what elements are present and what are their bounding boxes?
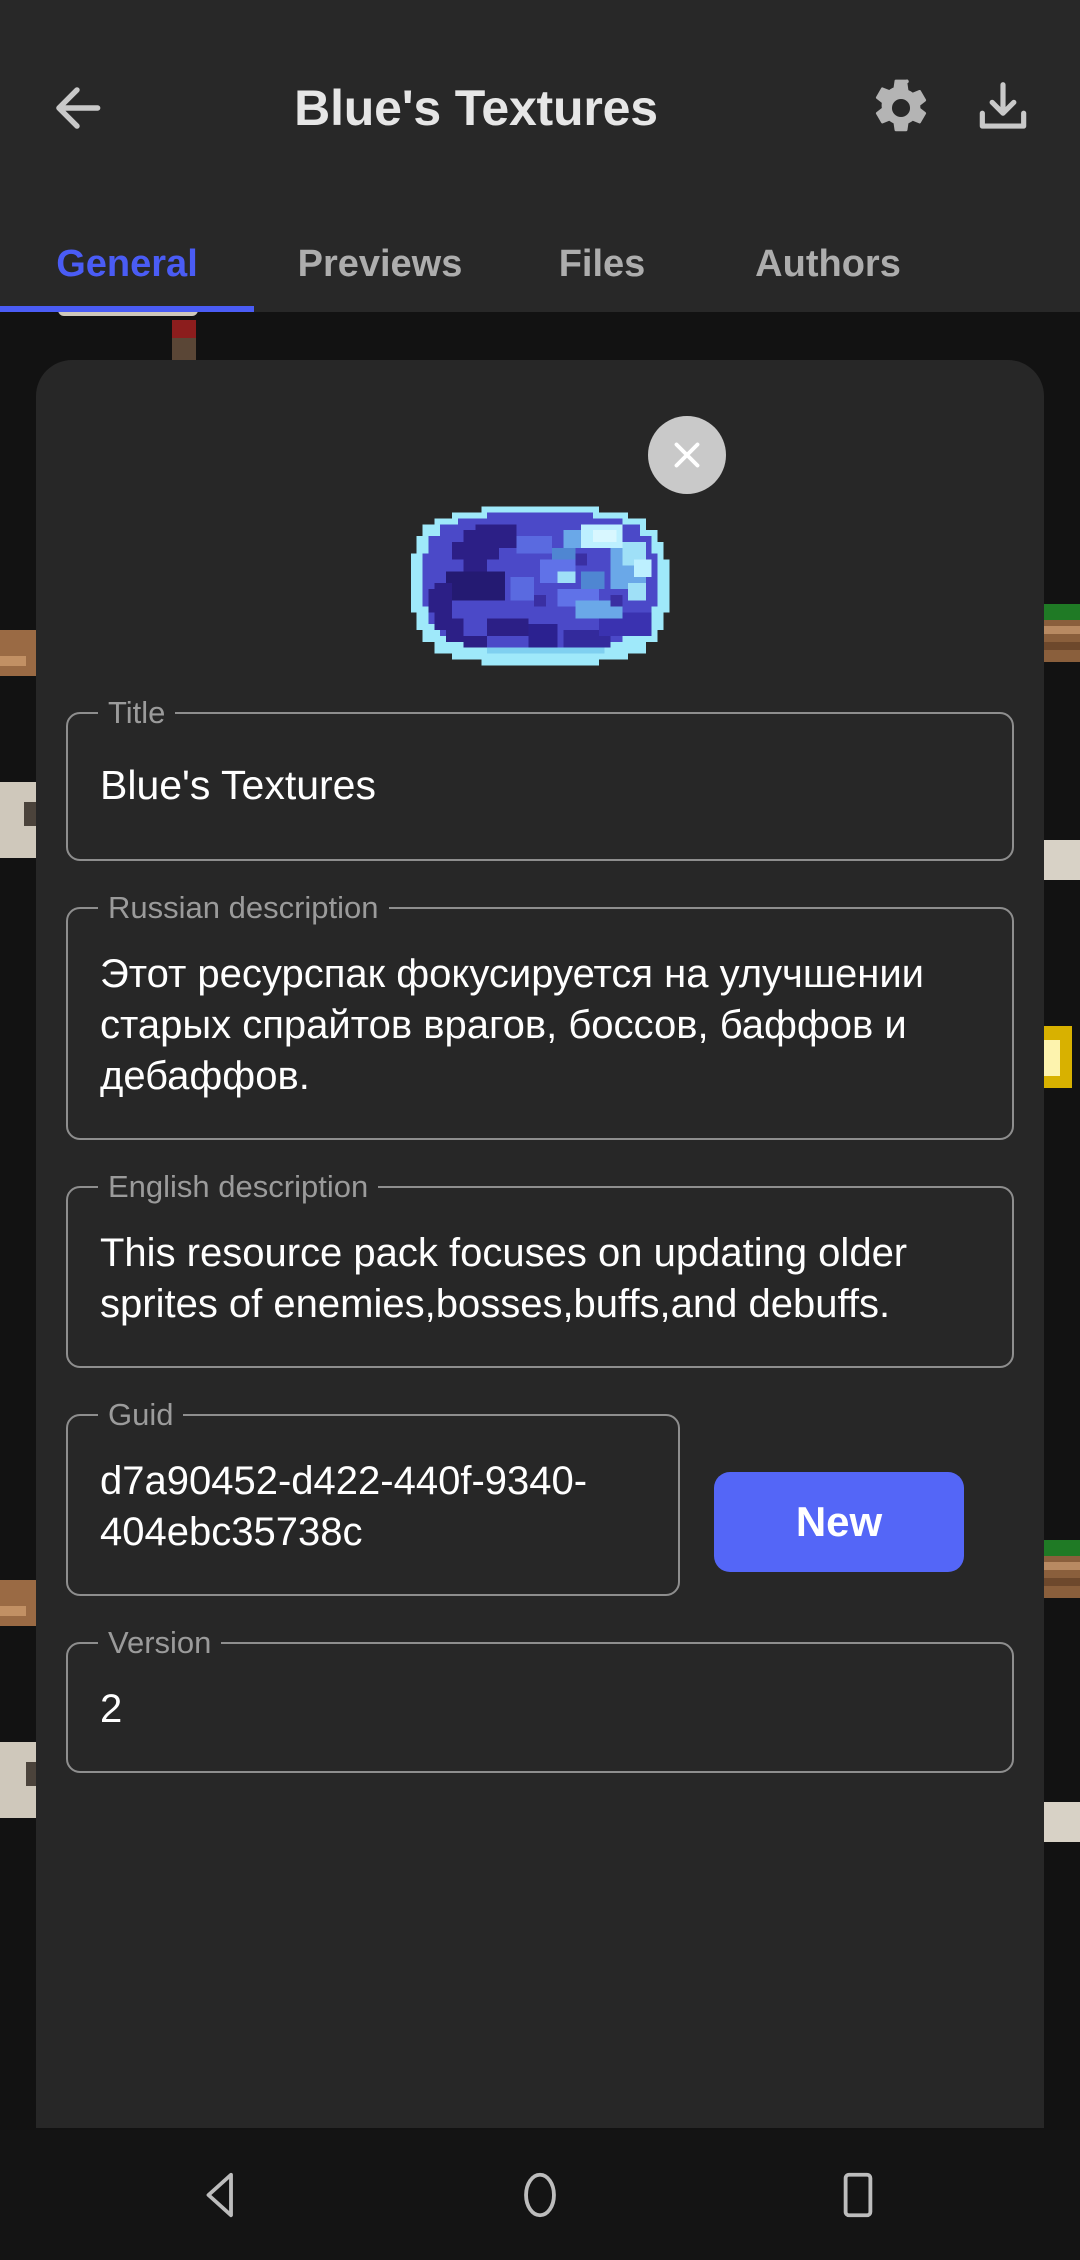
field-russian-description-value: Этот ресурспак фокусируется на улучшении… bbox=[100, 952, 936, 1098]
back-button[interactable] bbox=[34, 65, 120, 151]
system-nav-bar bbox=[0, 2130, 1080, 2260]
field-guid-label: Guid bbox=[98, 1396, 184, 1434]
nav-recents-button[interactable] bbox=[803, 2140, 913, 2250]
fields-list: Title Blue's Textures Russian descriptio… bbox=[66, 694, 1014, 1819]
close-icon bbox=[674, 442, 700, 468]
field-guid-value: d7a90452-d422-440f-9340-404ebc35738c bbox=[100, 1459, 588, 1554]
sprite-skull bbox=[58, 312, 198, 316]
field-version-label: Version bbox=[98, 1624, 222, 1662]
nav-recents-square-icon bbox=[843, 2172, 873, 2218]
field-english-description-value: This resource pack focuses on updating o… bbox=[100, 1231, 919, 1326]
nav-back-triangle-icon bbox=[206, 2172, 233, 2218]
tab-authors[interactable]: Authors bbox=[698, 216, 958, 312]
field-russian-description-label: Russian description bbox=[98, 889, 389, 927]
field-english-description-label: English description bbox=[98, 1168, 379, 1206]
field-guid[interactable]: Guid d7a90452-d422-440f-9340-404ebc35738… bbox=[66, 1396, 680, 1596]
nav-home-button[interactable] bbox=[485, 2140, 595, 2250]
gear-icon bbox=[875, 79, 927, 132]
tab-bar: General Previews Files Authors bbox=[0, 216, 1080, 312]
field-russian-description[interactable]: Russian description Этот ресурспак фокус… bbox=[66, 889, 1014, 1140]
new-guid-button[interactable]: New bbox=[714, 1472, 964, 1572]
settings-button[interactable] bbox=[858, 65, 944, 151]
tab-files[interactable]: Files bbox=[506, 216, 698, 312]
tab-general[interactable]: General bbox=[0, 216, 254, 312]
tab-previews[interactable]: Previews bbox=[254, 216, 506, 312]
arrow-left-icon bbox=[56, 87, 101, 129]
field-version[interactable]: Version 2 bbox=[66, 1624, 1014, 1773]
guid-row: Guid d7a90452-d422-440f-9340-404ebc35738… bbox=[66, 1396, 1014, 1642]
field-title[interactable]: Title Blue's Textures bbox=[66, 694, 1014, 861]
details-dialog: Title Blue's Textures Russian descriptio… bbox=[36, 360, 1044, 2128]
blue-slime-sprite bbox=[410, 506, 670, 666]
page-title: Blue's Textures bbox=[294, 80, 658, 136]
nav-home-circle-icon bbox=[524, 2172, 556, 2218]
field-title-value: Blue's Textures bbox=[100, 762, 376, 808]
app-screen: Blue's Textures General Previews Files A… bbox=[0, 0, 1080, 2260]
app-bar: Blue's Textures bbox=[0, 0, 1080, 216]
nav-back-button[interactable] bbox=[167, 2140, 277, 2250]
download-icon bbox=[979, 82, 1027, 129]
field-version-value: 2 bbox=[100, 1687, 123, 1731]
close-button[interactable] bbox=[648, 416, 726, 494]
download-button[interactable] bbox=[960, 65, 1046, 151]
field-title-label: Title bbox=[98, 694, 176, 732]
mod-icon-container bbox=[36, 500, 1044, 666]
field-english-description[interactable]: English description This resource pack f… bbox=[66, 1168, 1014, 1368]
